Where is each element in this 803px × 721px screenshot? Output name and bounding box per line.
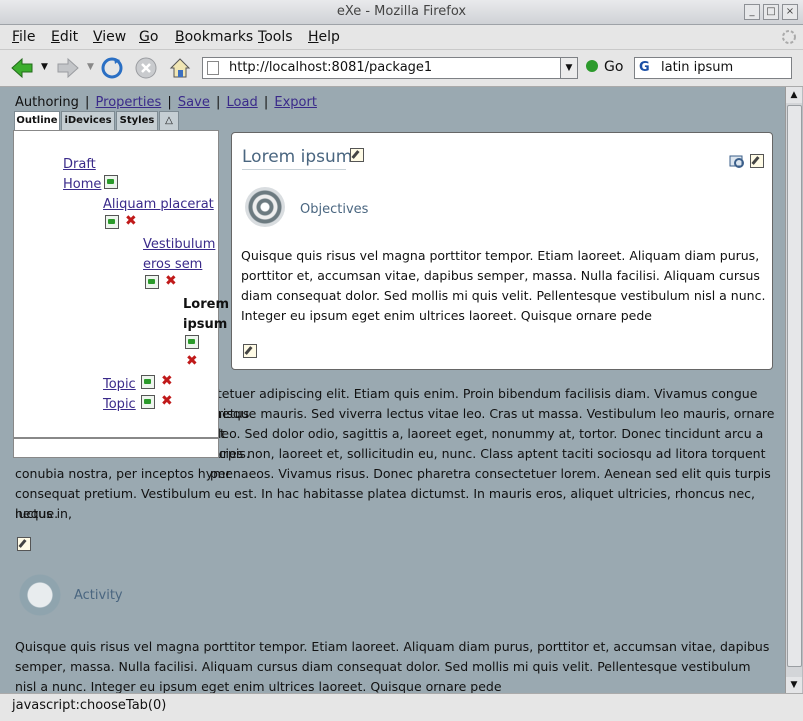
authoring-label: Authoring	[15, 95, 79, 110]
outline-node-topic[interactable]: Topic	[103, 377, 136, 392]
go-button[interactable]: Go	[586, 59, 623, 75]
add-child-icon[interactable]	[145, 275, 159, 289]
window-titlebar: eXe - Mozilla Firefox _ □ ×	[0, 0, 803, 25]
page-icon	[207, 61, 219, 75]
go-icon	[586, 60, 598, 72]
tab-styles[interactable]: Styles	[116, 111, 158, 131]
separator: |	[263, 95, 269, 110]
load-link[interactable]: Load	[227, 95, 258, 110]
search-input[interactable]: latin ipsum	[661, 60, 733, 75]
idevice-text: Quisque quis risus vel magna porttitor t…	[241, 248, 766, 323]
back-arrow-icon[interactable]	[10, 56, 34, 80]
tab-outline[interactable]: Outline	[14, 111, 60, 131]
edit-icon[interactable]	[243, 344, 257, 358]
delete-icon[interactable]: ✖	[161, 374, 173, 388]
scroll-up-icon[interactable]: ▲	[786, 87, 802, 103]
minimize-button[interactable]: _	[744, 4, 760, 20]
menu-go[interactable]: Go	[139, 29, 158, 45]
add-child-icon[interactable]	[185, 335, 199, 349]
menu-view[interactable]: View	[93, 29, 126, 45]
export-link[interactable]: Export	[274, 95, 317, 110]
outline-footer	[13, 438, 219, 458]
activity-label: Activity	[74, 588, 123, 603]
menu-tools[interactable]: Tools	[258, 29, 293, 45]
separator: |	[215, 95, 221, 110]
body-text-line: neque.	[15, 506, 59, 521]
delete-icon[interactable]: ✖	[186, 354, 198, 368]
add-child-icon[interactable]	[104, 175, 118, 189]
menu-bar: File Edit View Go Bookmarks Tools Help	[0, 25, 803, 50]
url-dropdown-icon[interactable]: ▼	[560, 58, 577, 78]
close-button[interactable]: ×	[782, 4, 798, 20]
vertical-scrollbar[interactable]: ▲ ▼	[785, 87, 802, 693]
stop-icon[interactable]	[134, 56, 158, 80]
outline-tree: Draft Home Aliquam placerat ✖ Vestibulum…	[13, 130, 229, 438]
title-underline	[242, 169, 346, 170]
scroll-thumb[interactable]	[787, 105, 802, 667]
delete-icon[interactable]: ✖	[161, 394, 173, 408]
save-link[interactable]: Save	[178, 95, 210, 110]
window-title: eXe - Mozilla Firefox	[336, 4, 467, 19]
status-bar: javascript:chooseTab(0)	[0, 693, 803, 721]
search-box[interactable]: G latin ipsum	[634, 57, 792, 79]
throbber-icon	[782, 30, 796, 44]
forward-dropdown-icon[interactable]: ▼	[87, 62, 94, 72]
idevice-panel: Lorem ipsum Objectives Quisque quis risu…	[231, 132, 773, 370]
page-content: Authoring | Properties | Save | Load | E…	[0, 87, 785, 693]
activity-icon	[19, 574, 61, 616]
google-search-icon[interactable]: G	[639, 60, 650, 75]
delete-icon[interactable]: ✖	[165, 274, 177, 288]
objectives-label: Objectives	[300, 202, 369, 217]
outline-node-draft-home[interactable]: Home	[63, 177, 101, 192]
properties-link[interactable]: Properties	[96, 95, 162, 110]
menu-file[interactable]: File	[12, 29, 35, 45]
url-bar[interactable]: http://localhost:8081/package1 ▼	[202, 57, 578, 79]
edit-icon[interactable]	[750, 154, 764, 168]
add-child-icon[interactable]	[141, 375, 155, 389]
menu-edit[interactable]: Edit	[51, 29, 78, 45]
outline-node-lorem-ipsum[interactable]: ipsum	[183, 317, 227, 332]
edit-icon[interactable]	[17, 537, 31, 551]
menu-help[interactable]: Help	[308, 29, 340, 45]
tab-idevices[interactable]: iDevices	[61, 111, 115, 131]
separator: |	[167, 95, 172, 110]
maximize-button[interactable]: □	[763, 4, 779, 20]
delete-icon[interactable]: ✖	[125, 214, 137, 228]
separator: |	[85, 95, 90, 110]
reload-icon[interactable]	[100, 56, 124, 80]
navigation-toolbar: ▼ ▼ http://localhost:8081/package1 ▼ Go …	[0, 50, 803, 87]
preview-icon[interactable]	[729, 153, 745, 169]
body-text-line: consequat pretium. Vestibulum eu est. In…	[15, 486, 756, 521]
forward-arrow-icon[interactable]	[56, 56, 80, 80]
status-text: javascript:chooseTab(0)	[12, 698, 167, 713]
home-icon[interactable]	[168, 56, 192, 80]
scroll-down-icon[interactable]: ▼	[786, 677, 802, 693]
outline-node-vestibulum[interactable]: Vestibulum	[143, 237, 215, 252]
menu-bookmarks[interactable]: Bookmarks	[175, 29, 253, 45]
outline-node-aliquam[interactable]: Aliquam placerat	[103, 197, 214, 212]
outline-node-vestibulum[interactable]: eros sem	[143, 257, 202, 272]
objectives-icon	[245, 187, 285, 227]
outline-node-lorem-ipsum[interactable]: Lorem	[183, 297, 229, 312]
authoring-toolbar: Authoring | Properties | Save | Load | E…	[15, 95, 319, 110]
outline-node-draft-home[interactable]: Draft	[63, 157, 96, 172]
tab-collapse[interactable]: △	[159, 111, 179, 131]
body-text-line: conubia nostra, per inceptos hymenaeos. …	[15, 466, 771, 481]
outline-node-topic[interactable]: Topic	[103, 397, 136, 412]
idevice-title: Lorem ipsum	[242, 147, 353, 167]
add-child-icon[interactable]	[105, 215, 119, 229]
back-dropdown-icon[interactable]: ▼	[41, 62, 48, 72]
url-input[interactable]: http://localhost:8081/package1	[229, 60, 432, 75]
add-child-icon[interactable]	[141, 395, 155, 409]
edit-title-icon[interactable]	[350, 148, 364, 162]
activity-text: Quisque quis risus vel magna porttitor t…	[15, 639, 770, 693]
go-label: Go	[604, 59, 624, 75]
